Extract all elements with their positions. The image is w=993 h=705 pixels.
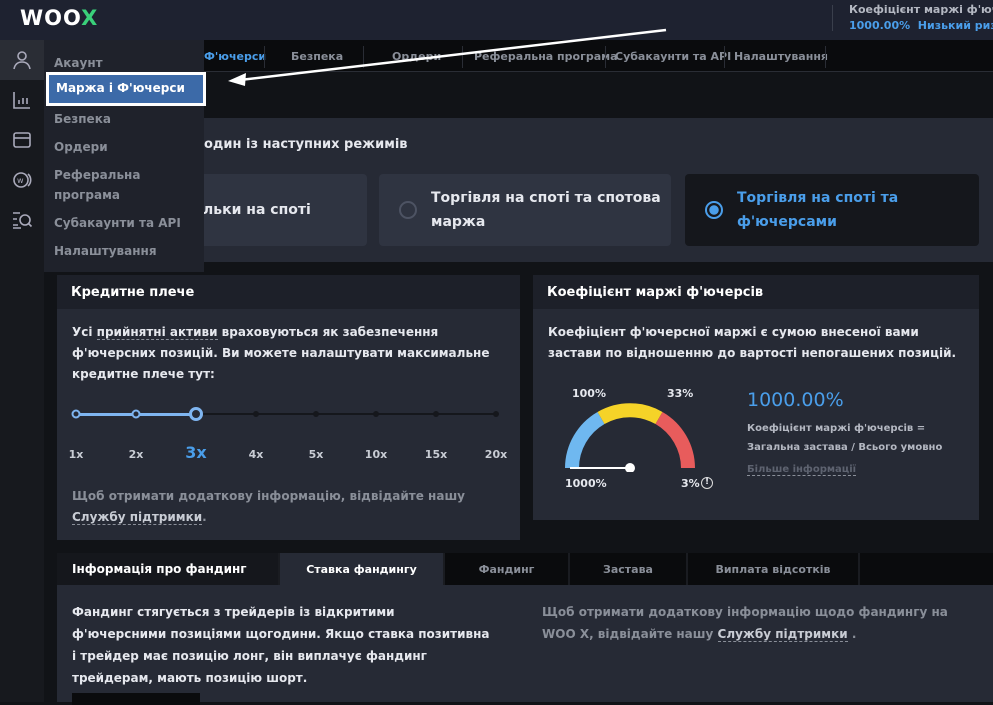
leverage-label[interactable]: 4x [249,448,264,461]
divider [832,5,833,31]
leverage-step-3x[interactable] [189,407,203,421]
leverage-label[interactable]: 3x [185,443,206,462]
tab-futures[interactable]: Ф'ючерси [204,50,266,63]
tab-orders[interactable]: Ордери [392,50,441,63]
more-info-link[interactable]: Більше інформації [747,464,857,476]
funding-help: Щоб отримати додаткову інформацію щодо ф… [542,601,972,645]
text: Щоб отримати додаткову інформацію, відві… [72,489,466,503]
chart-icon[interactable] [0,80,44,120]
funding-description: Фандинг стягується з трейдерів із відкри… [72,605,490,685]
leverage-step-4x[interactable] [253,411,259,417]
margin-ratio-value: 1000.00% Низький ризик [849,19,993,32]
user-icon[interactable] [0,40,44,80]
gauge-label: 33% [667,387,694,400]
leverage-step-5x[interactable] [313,411,319,417]
tab-funding-rate[interactable]: Ставка фандингу [280,553,445,585]
woo-token-icon[interactable]: w [0,160,44,200]
menu-item-settings[interactable]: Налаштування [54,241,157,261]
funding-tabs: Інформація про фандинг Ставка фандингу Ф… [57,553,993,585]
leverage-step-2x[interactable] [131,409,141,419]
margin-ratio-title: Коефіцієнт маржі ф'ючерсів [533,275,979,309]
text: . [202,510,207,524]
formula-line-2: Загальна застава / Всього умовно [747,442,943,453]
mode-label: Торгівля на споті та спотова маржа [431,190,661,230]
mode-label: Торгівля на споті та ф'ючерсами [737,190,899,230]
icon-sidebar: w [0,40,44,702]
margin-ratio-big-value: 1000.00% [747,389,844,411]
gauge-label: 100% [572,387,606,400]
svg-text:w: w [17,176,24,185]
leverage-label[interactable]: 2x [129,448,144,461]
menu-item-referral[interactable]: Реферальна програма [54,165,164,205]
tab-security[interactable]: Безпека [291,50,343,63]
leverage-title: Кредитне плече [57,275,520,309]
tab-collateral[interactable]: Застава [570,553,688,585]
formula-line-1: Коефіцієнт маржі ф'ючерсів = [747,423,926,434]
gauge-pivot [625,463,635,472]
support-link[interactable]: Службу підтримки [72,510,203,525]
leverage-description: Усі прийнятні активи враховуються як заб… [72,322,512,385]
support-link[interactable]: Службу підтримки [717,627,848,642]
menu-item-orders[interactable]: Ордери [54,137,108,157]
margin-ratio-label: Коефіцієнт маржі ф'ючерсів [849,3,993,16]
leverage-step-15x[interactable] [433,411,439,417]
accepted-assets-link[interactable]: прийнятні активи [96,325,218,340]
leverage-step-20x[interactable] [493,411,499,417]
wallet-icon[interactable] [0,120,44,160]
funding-button[interactable] [72,693,200,705]
tab-interest-payment[interactable]: Виплата відсотків [688,553,860,585]
leverage-help: Щоб отримати додаткову інформацію, відві… [72,486,512,528]
leverage-label[interactable]: 10x [365,448,387,461]
mode-title: один із наступних режимів [204,137,408,152]
margin-ratio-percent: 1000.00% [849,19,911,32]
tab-settings[interactable]: Налаштування [734,50,828,63]
top-header: WOOX Коефіцієнт маржі ф'ючерсів 1000.00%… [0,0,993,40]
leverage-step-10x[interactable] [373,411,379,417]
menu-item-subaccounts-api[interactable]: Субакаунти та API [54,213,181,233]
risk-level: Низький ризик [917,19,993,32]
mode-option-spot-margin[interactable]: Торгівля на споті та спотова маржа [379,174,671,246]
text: Усі [72,325,97,339]
gauge-warn-segment [597,403,663,425]
tab-referral[interactable]: Реферальна програма [474,50,618,63]
text: . [847,627,857,641]
gauge-danger-segment [655,411,695,469]
leverage-step-1x[interactable] [71,409,81,419]
tab-subaccounts-api[interactable]: Субакаунти та API [615,50,731,63]
gauge-safe-segment [565,411,605,469]
radio-selected-icon[interactable] [705,201,723,219]
mode-label: льки на споті [203,202,311,218]
gauge-label: 1000% [565,477,607,490]
search-list-icon[interactable] [0,200,44,240]
leverage-label[interactable]: 5x [309,448,324,461]
funding-title: Інформація про фандинг [57,553,280,585]
mode-option-spot-futures[interactable]: Торгівля на споті та ф'ючерсами [685,174,979,246]
margin-ratio-description: Коефіцієнт ф'ючерсної маржі є сумою внес… [548,325,957,360]
gauge-label: 3% [681,477,700,490]
radio-icon[interactable] [399,201,417,219]
tab-funding[interactable]: Фандинг [445,553,570,585]
leverage-label[interactable]: 15x [425,448,447,461]
leverage-label[interactable]: 1x [69,448,84,461]
menu-item-margin-futures[interactable]: Маржа і Ф'ючерси [46,72,206,106]
woox-logo[interactable]: WOOX [20,6,98,30]
menu-item-security[interactable]: Безпека [54,109,111,129]
leverage-label[interactable]: 20x [485,448,507,461]
warning-icon[interactable]: ! [701,477,713,489]
margin-gauge [565,403,695,472]
menu-item-account[interactable]: Акаунт [54,53,103,73]
